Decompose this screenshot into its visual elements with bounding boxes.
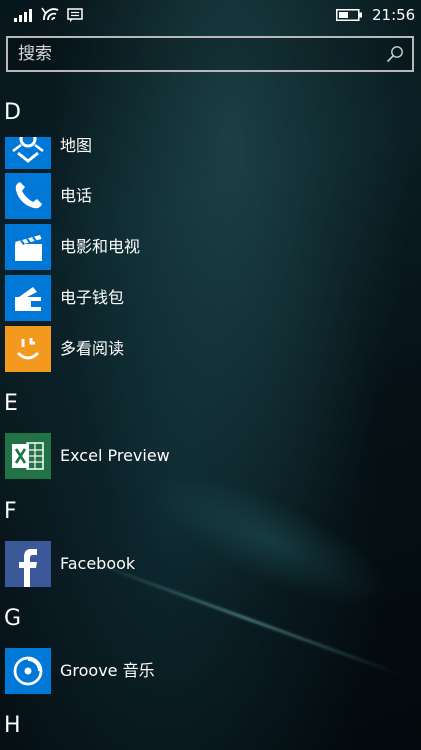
clock-time: 21:56 bbox=[372, 6, 416, 24]
app-label: 电影和电视 bbox=[60, 237, 141, 256]
app-item-wallet[interactable]: 电子钱包 bbox=[5, 275, 415, 321]
phone-icon bbox=[15, 182, 42, 209]
app-label: 电话 bbox=[60, 186, 93, 205]
section-header-f[interactable]: F bbox=[4, 499, 17, 525]
section-header-d[interactable]: D bbox=[4, 100, 21, 126]
start-app-list-screen: 21:56 D 地图 bbox=[0, 0, 421, 750]
app-item-excel-preview[interactable]: Excel Preview bbox=[5, 433, 415, 479]
section-header-e[interactable]: E bbox=[4, 391, 18, 417]
movies-tv-icon bbox=[15, 235, 42, 261]
groove-music-tile bbox=[5, 648, 51, 694]
movies-tv-tile bbox=[5, 224, 51, 270]
app-label: 多看阅读 bbox=[60, 339, 125, 358]
maps-icon bbox=[12, 137, 44, 163]
battery-icon bbox=[336, 9, 362, 21]
phone-tile bbox=[5, 173, 51, 219]
search-input[interactable] bbox=[8, 38, 378, 70]
excel-icon bbox=[12, 442, 44, 470]
wallet-tile bbox=[5, 275, 51, 321]
app-item-movies-tv[interactable]: 电影和电视 bbox=[5, 224, 415, 270]
wifi-icon bbox=[41, 7, 59, 21]
search-box[interactable] bbox=[6, 36, 414, 72]
duokan-icon bbox=[16, 338, 40, 360]
app-label: Excel Preview bbox=[60, 446, 170, 465]
app-item-maps[interactable]: 地图 bbox=[5, 137, 415, 169]
facebook-icon bbox=[19, 549, 37, 587]
app-label: 电子钱包 bbox=[60, 288, 125, 307]
message-icon bbox=[67, 8, 83, 22]
duokan-tile bbox=[5, 326, 51, 372]
search-icon[interactable] bbox=[386, 45, 404, 63]
app-item-facebook[interactable]: Facebook bbox=[5, 541, 415, 587]
maps-tile bbox=[5, 137, 51, 169]
facebook-tile bbox=[5, 541, 51, 587]
app-label: Groove 音乐 bbox=[60, 661, 155, 680]
status-bar: 21:56 bbox=[0, 0, 421, 30]
excel-tile bbox=[5, 433, 51, 479]
app-label: Facebook bbox=[60, 554, 136, 573]
app-item-groove-music[interactable]: Groove 音乐 bbox=[5, 648, 415, 694]
app-item-phone[interactable]: 电话 bbox=[5, 173, 415, 219]
groove-music-icon bbox=[13, 656, 43, 686]
section-header-g[interactable]: G bbox=[4, 606, 21, 632]
app-item-duokan[interactable]: 多看阅读 bbox=[5, 326, 415, 372]
section-header-h[interactable]: H bbox=[4, 713, 21, 739]
app-label: 地图 bbox=[60, 137, 93, 155]
signal-icon bbox=[14, 9, 34, 22]
wallet-icon bbox=[15, 287, 41, 311]
app-list: 地图 电话 电影和电视 电子钱包 多看阅读 E Excel Preview F … bbox=[0, 137, 421, 750]
